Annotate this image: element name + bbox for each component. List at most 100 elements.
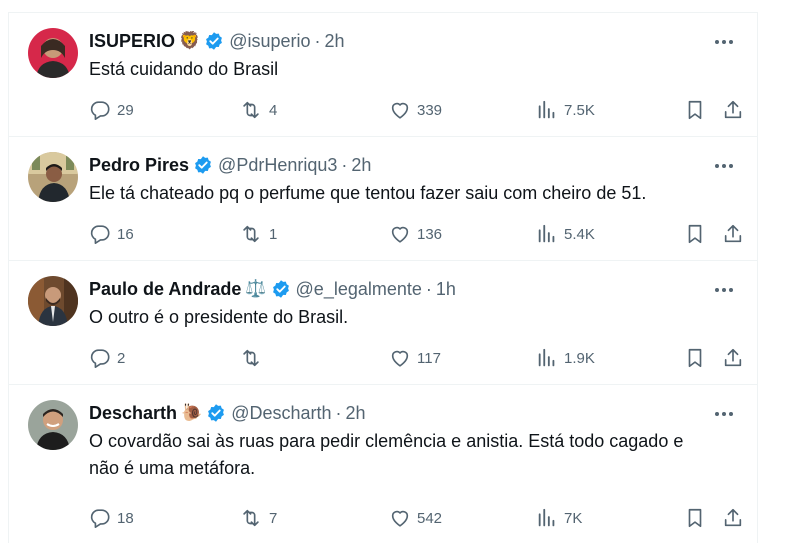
bookmark-button[interactable] [684,505,712,531]
repost-button[interactable]: 4 [239,97,277,123]
share-button[interactable] [722,505,750,531]
repost-count: 1 [269,225,278,243]
timestamp[interactable]: 2h [346,403,366,424]
author-name[interactable]: Descharth [89,403,177,424]
more-icon[interactable] [713,403,735,425]
author-handle[interactable]: @e_legalmente [296,279,422,300]
like-button[interactable]: 542 [389,505,442,531]
avatar[interactable] [28,400,78,450]
views-icon [538,100,555,119]
like-count: 339 [417,101,443,119]
repost-count: 7 [269,509,278,527]
author-name[interactable]: Pedro Pires [89,155,189,176]
action-bar: 29 4 339 7.5K [89,97,742,123]
repost-button[interactable]: 7 [239,505,277,531]
like-button[interactable]: 339 [389,97,442,123]
reply-count: 29 [117,101,134,119]
like-button[interactable]: 136 [389,221,442,247]
timestamp[interactable]: 2h [351,155,371,176]
repost-button[interactable]: 1 [239,221,277,247]
views-count: 1.9K [564,349,595,367]
bookmark-button[interactable] [684,221,712,247]
bookmark-icon [688,100,702,120]
author-handle[interactable]: @Descharth [231,403,331,424]
tweet-text-line: O outro é o presidente do Brasil. [89,307,349,327]
share-button[interactable] [722,345,750,371]
bookmark-button[interactable] [684,345,712,371]
avatar[interactable] [28,276,78,326]
share-icon [724,508,742,527]
reply-count: 18 [117,509,134,527]
author-handle[interactable]: @isuperio [229,31,310,52]
like-count: 117 [417,349,441,367]
share-button[interactable] [722,221,750,247]
views-button[interactable]: 5.4K [536,221,595,247]
reply-button[interactable]: 29 [89,97,134,123]
views-button[interactable]: 1.9K [536,345,595,371]
tweet[interactable]: Descharth 🐌 @Descharth · 2h O covardão s… [9,385,757,545]
heart-icon [391,510,409,527]
action-bar: 16 1 136 5.4K [89,221,742,247]
author-name[interactable]: ISUPERIO [89,31,175,52]
tweet[interactable]: Pedro Pires @PdrHenriqu3 · 2h Ele tá cha… [9,137,757,261]
tweet-text-line: O covardão sai às ruas para pedir clemên… [89,431,684,451]
more-icon[interactable] [713,279,735,301]
repost-button[interactable] [239,345,269,371]
views-icon [538,224,555,243]
heart-icon [391,102,409,119]
timestamp[interactable]: 2h [325,31,345,52]
reply-button[interactable]: 2 [89,345,125,371]
author-handle[interactable]: @PdrHenriqu3 [218,155,337,176]
bookmark-icon [688,508,702,528]
name-emoji: 🦁 [179,31,201,50]
more-icon[interactable] [713,31,735,53]
repost-icon [243,101,259,119]
reply-button[interactable]: 16 [89,221,134,247]
reply-icon [90,509,110,528]
name-emoji: ⚖️ [245,279,267,298]
repost-icon [243,509,259,527]
timestamp[interactable]: 1h [436,279,456,300]
views-count: 5.4K [564,225,595,243]
share-icon [724,348,742,367]
like-count: 542 [417,509,443,527]
views-button[interactable]: 7.5K [536,97,595,123]
like-count: 136 [417,225,443,243]
share-button[interactable] [722,97,750,123]
reply-icon [90,225,110,244]
action-bar: 18 7 542 7K [89,505,742,531]
tweet-text-line: Ele tá chateado pq o perfume que tentou … [89,183,647,203]
views-button[interactable]: 7K [536,505,582,531]
repost-icon [243,225,259,243]
tweet-text: O covardão sai às ruas para pedir clemên… [89,428,729,482]
reply-icon [90,349,110,368]
reply-button[interactable]: 18 [89,505,134,531]
tweet-text-line: não é uma metáfora. [89,458,256,478]
reply-count: 16 [117,225,134,243]
timeline-feed: ISUPERIO 🦁 @isuperio · 2h Está cuidando … [8,12,758,543]
reply-icon [90,101,110,120]
tweet-text-line: Está cuidando do Brasil [89,59,279,79]
separator: · [341,154,348,175]
like-button[interactable]: 117 [389,345,441,371]
more-icon[interactable] [713,155,735,177]
action-bar: 2 117 1.9K [89,345,742,371]
author-name[interactable]: Paulo de Andrade [89,279,241,300]
views-icon [538,348,555,367]
tweet[interactable]: Paulo de Andrade ⚖️ @e_legalmente · 1h O… [9,261,757,385]
reply-count: 2 [117,349,126,367]
share-icon [724,224,742,243]
tweet[interactable]: ISUPERIO 🦁 @isuperio · 2h Está cuidando … [9,13,757,137]
avatar[interactable] [28,152,78,202]
tweet-text: Ele tá chateado pq o perfume que tentou … [89,180,729,207]
heart-icon [391,350,409,367]
views-count: 7.5K [564,101,595,119]
repost-count: 4 [269,101,278,119]
separator: · [425,278,432,299]
bookmark-button[interactable] [684,97,712,123]
tweet-text: Está cuidando do Brasil [89,56,729,83]
separator: · [335,402,342,423]
avatar[interactable] [28,28,78,78]
name-emoji: 🐌 [181,403,203,422]
verified-badge-icon [206,403,226,423]
